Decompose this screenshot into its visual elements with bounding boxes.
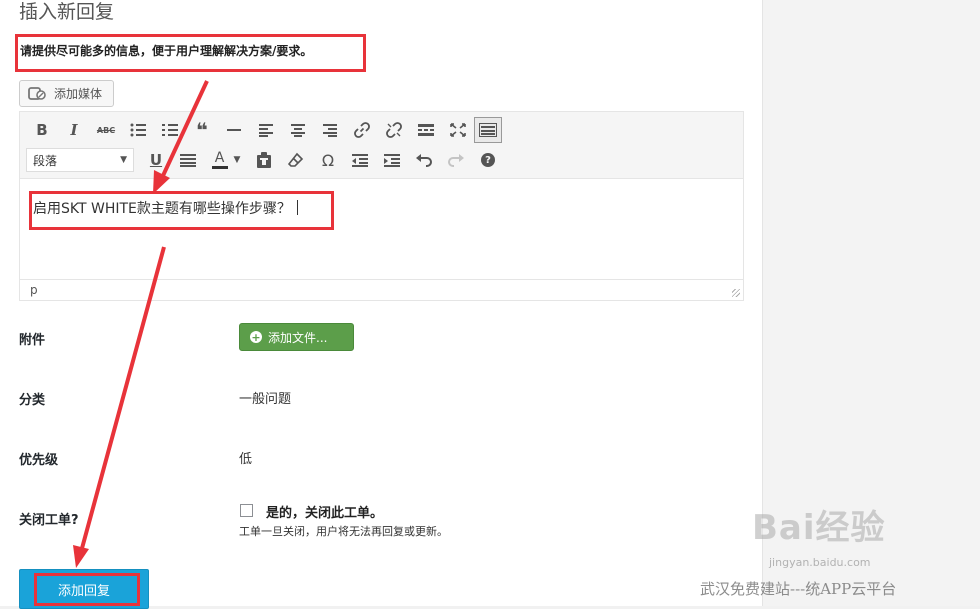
watermark-caption: 武汉免费建站---统APP云平台 [700, 580, 897, 598]
arrowhead-1-icon [153, 170, 170, 194]
watermark-url: jingyan.baidu.com [769, 556, 871, 569]
arrow-line-1 [159, 80, 209, 181]
watermark-logo: Bai经验 [752, 508, 886, 548]
arrowhead-2-icon [73, 545, 89, 568]
arrow-line-2 [79, 246, 166, 553]
